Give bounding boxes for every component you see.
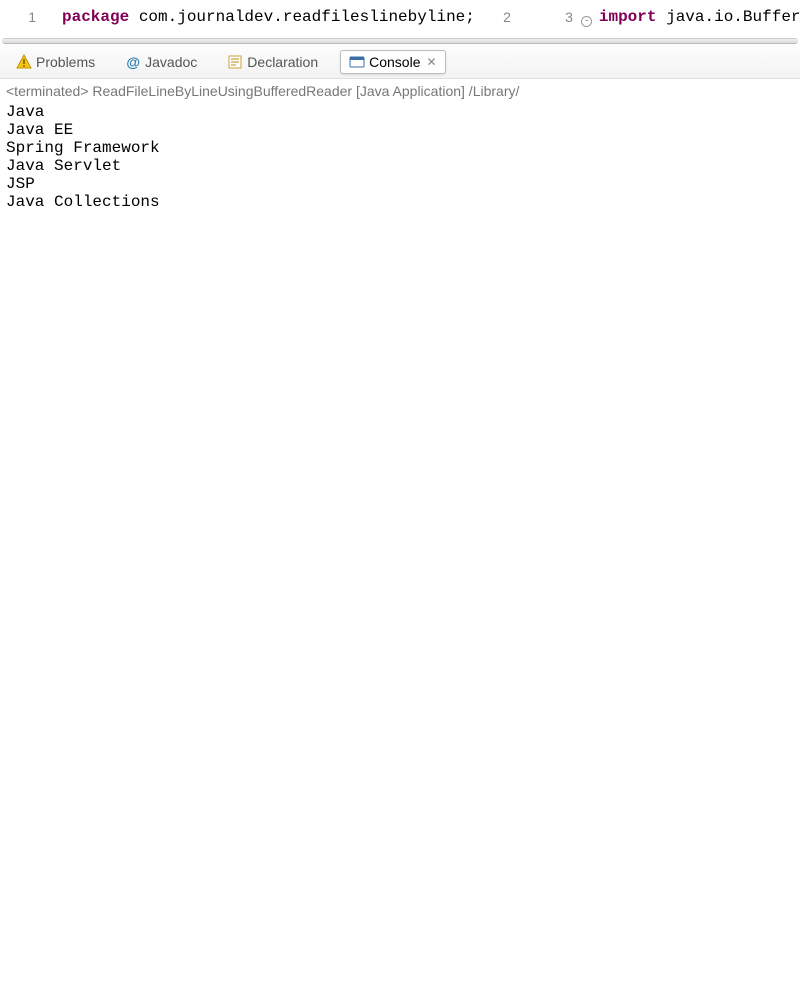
console-icon	[349, 54, 365, 70]
tab-javadoc[interactable]: @ Javadoc	[117, 51, 205, 73]
console-output: JavaJava EESpring FrameworkJava ServletJ…	[6, 103, 794, 211]
console-line: Java Collections	[6, 193, 794, 211]
tab-declaration[interactable]: Declaration	[219, 51, 326, 73]
bottom-tabs: Problems @ Javadoc Declaration Console ✕	[0, 44, 800, 79]
console-line: JSP	[6, 175, 794, 193]
tab-label: Javadoc	[145, 54, 197, 70]
code-line[interactable]: 3-import java.io.BufferedReader;	[537, 4, 800, 30]
code-line[interactable]: 2	[475, 4, 537, 30]
tab-problems[interactable]: Problems	[8, 51, 103, 73]
line-number: 2	[475, 4, 517, 30]
fold-toggle	[42, 4, 58, 30]
tab-label: Problems	[36, 54, 95, 70]
code-editor[interactable]: 1 package com.journaldev.readfileslinebyl…	[0, 0, 800, 30]
console-view[interactable]: <terminated> ReadFileLineByLineUsingBuff…	[0, 79, 800, 215]
close-icon[interactable]: ✕	[427, 55, 437, 69]
tab-console[interactable]: Console ✕	[340, 50, 445, 74]
tab-label: Declaration	[247, 54, 318, 70]
tab-label: Console	[369, 54, 420, 70]
code-text[interactable]: import java.io.BufferedReader;	[595, 4, 800, 30]
console-header: <terminated> ReadFileLineByLineUsingBuff…	[6, 83, 794, 99]
line-number: 3	[537, 4, 579, 30]
code-line[interactable]: 1 package com.journaldev.readfileslinebyl…	[0, 4, 475, 30]
console-line: Java Servlet	[6, 157, 794, 175]
declaration-icon	[227, 54, 243, 70]
console-line: Java	[6, 103, 794, 121]
fold-toggle[interactable]: -	[579, 4, 595, 30]
fold-toggle	[517, 4, 533, 30]
code-text[interactable]: package com.journaldev.readfileslinebyli…	[58, 4, 475, 30]
line-number: 1	[0, 4, 42, 30]
console-line: Java EE	[6, 121, 794, 139]
warning-icon	[16, 54, 32, 70]
at-icon: @	[125, 54, 141, 70]
console-line: Spring Framework	[6, 139, 794, 157]
